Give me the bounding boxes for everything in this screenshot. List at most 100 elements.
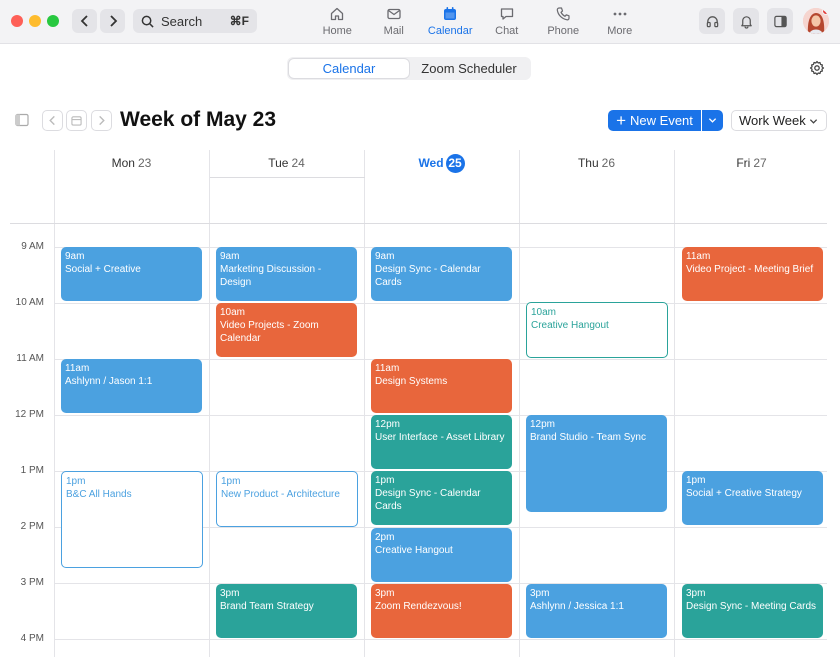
event-title: Video Project - Meeting Brief [686, 264, 814, 275]
event-card[interactable]: 11am Video Project - Meeting Brief [682, 247, 823, 301]
day-header-tue[interactable]: Tue 24 [209, 156, 364, 170]
app-tab-bar: Home Mail Calendar Chat Phone More [309, 4, 648, 40]
view-segmented-control: Calendar Zoom Scheduler [287, 57, 531, 80]
today-button[interactable] [66, 110, 87, 131]
event-card[interactable]: 3pm Zoom Rendezvous! [371, 584, 512, 638]
tab-chat-label: Chat [495, 25, 519, 37]
tab-chat[interactable]: Chat [479, 4, 536, 40]
event-card[interactable]: 11am Ashlynn / Jason 1:1 [61, 359, 202, 413]
event-card[interactable]: 10am Video Projects - Zoom Calendar [216, 303, 357, 357]
segment-calendar[interactable]: Calendar [289, 59, 409, 78]
search-placeholder: Search [161, 13, 203, 29]
time-label: 1 PM [20, 465, 44, 476]
day-header-mon[interactable]: Mon 23 [54, 156, 209, 170]
day-name: Wed [418, 156, 444, 170]
view-selector[interactable]: Work Week [731, 110, 827, 131]
day-name: Mon [111, 156, 135, 170]
event-card[interactable]: 9am Marketing Discussion - Design [216, 247, 357, 301]
gear-icon[interactable] [809, 60, 825, 76]
side-panel-icon [773, 15, 787, 27]
side-panel-button[interactable] [767, 8, 793, 34]
event-card[interactable]: 10am Creative Hangout [526, 302, 668, 358]
week-title: Week of May 23 [120, 108, 277, 131]
event-time: 11am [686, 251, 711, 262]
event-title: Marketing Discussion - Design [220, 264, 322, 288]
day-header-wed[interactable]: Wed 25 [364, 154, 519, 173]
chevron-down-icon [708, 118, 717, 123]
phone-icon [556, 7, 570, 21]
tab-phone-label: Phone [547, 25, 580, 37]
sidebar-toggle-icon[interactable] [15, 113, 29, 127]
day-name: Tue [268, 156, 289, 170]
chevron-left-icon [80, 15, 88, 27]
search-icon [141, 15, 154, 28]
day-number: 26 [601, 156, 616, 170]
event-card[interactable]: 12pm User Interface - Asset Library [371, 415, 512, 469]
tab-home[interactable]: Home [309, 4, 366, 40]
tab-more[interactable]: More [592, 4, 649, 40]
zoom-window-button[interactable] [47, 15, 59, 27]
previous-week-button[interactable] [42, 110, 63, 131]
back-button[interactable] [72, 9, 97, 33]
event-title: B&C All Hands [66, 489, 132, 500]
event-time: 3pm [375, 588, 395, 599]
event-title: Social + Creative [65, 264, 141, 275]
notifications-button[interactable] [733, 8, 759, 34]
event-card[interactable]: 1pm B&C All Hands [61, 471, 203, 568]
day-number: 23 [137, 156, 152, 170]
tab-phone[interactable]: Phone [535, 4, 592, 40]
event-title: Brand Studio - Team Sync [530, 432, 646, 443]
more-icon [613, 12, 627, 16]
event-card[interactable]: 3pm Ashlynn / Jessica 1:1 [526, 584, 667, 638]
event-time: 1pm [375, 475, 395, 486]
event-card[interactable]: 11am Design Systems [371, 359, 512, 413]
event-title: Design Sync - Calendar Cards [375, 488, 481, 512]
new-event-button[interactable]: + New Event [608, 110, 701, 131]
calendar-icon [71, 116, 82, 126]
event-card[interactable]: 1pm New Product - Architecture [216, 471, 358, 527]
event-card[interactable]: 2pm Creative Hangout [371, 528, 512, 582]
day-divider [674, 150, 675, 657]
tab-mail[interactable]: Mail [366, 4, 423, 40]
event-title: User Interface - Asset Library [375, 432, 505, 443]
time-label: 3 PM [20, 577, 44, 588]
day-header-thu[interactable]: Thu 26 [519, 156, 674, 170]
forward-button[interactable] [100, 9, 125, 33]
all-day-row-divider [210, 177, 365, 178]
segment-zoom-scheduler[interactable]: Zoom Scheduler [409, 59, 529, 78]
minimize-window-button[interactable] [29, 15, 41, 27]
event-time: 1pm [686, 475, 706, 486]
new-event-options-button[interactable] [702, 110, 723, 131]
close-window-button[interactable] [11, 15, 23, 27]
tab-calendar[interactable]: Calendar [422, 4, 479, 40]
time-label: 4 PM [20, 633, 44, 644]
day-divider [364, 150, 365, 657]
day-header-fri[interactable]: Fri 27 [674, 156, 829, 170]
event-card[interactable]: 1pm Design Sync - Calendar Cards [371, 471, 512, 525]
view-selector-label: Work Week [739, 113, 806, 128]
avatar[interactable] [803, 8, 829, 34]
event-title: Zoom Rendezvous! [375, 601, 462, 612]
event-time: 1pm [221, 476, 241, 487]
event-card[interactable]: 9am Design Sync - Calendar Cards [371, 247, 512, 301]
day-name: Fri [736, 156, 751, 170]
time-label: 10 AM [15, 297, 44, 308]
chevron-right-icon [99, 115, 105, 126]
event-title: Design Sync - Calendar Cards [375, 264, 481, 288]
mail-icon [387, 8, 401, 20]
search-shortcut: ⌘F [229, 14, 249, 28]
time-label: 2 PM [20, 521, 44, 532]
event-card[interactable]: 1pm Social + Creative Strategy [682, 471, 823, 525]
chevron-right-icon [109, 15, 117, 27]
hour-line [55, 639, 827, 640]
event-time: 9am [375, 251, 395, 262]
today-badge: 25 [445, 154, 465, 173]
event-card[interactable]: 9am Social + Creative [61, 247, 202, 301]
event-card[interactable]: 3pm Brand Team Strategy [216, 584, 357, 638]
headphones-button[interactable] [699, 8, 725, 34]
next-week-button[interactable] [91, 110, 112, 131]
tab-home-label: Home [322, 25, 352, 37]
event-card[interactable]: 3pm Design Sync - Meeting Cards [682, 584, 823, 638]
event-card[interactable]: 12pm Brand Studio - Team Sync [526, 415, 667, 512]
search-box[interactable]: Search ⌘F [133, 9, 257, 33]
